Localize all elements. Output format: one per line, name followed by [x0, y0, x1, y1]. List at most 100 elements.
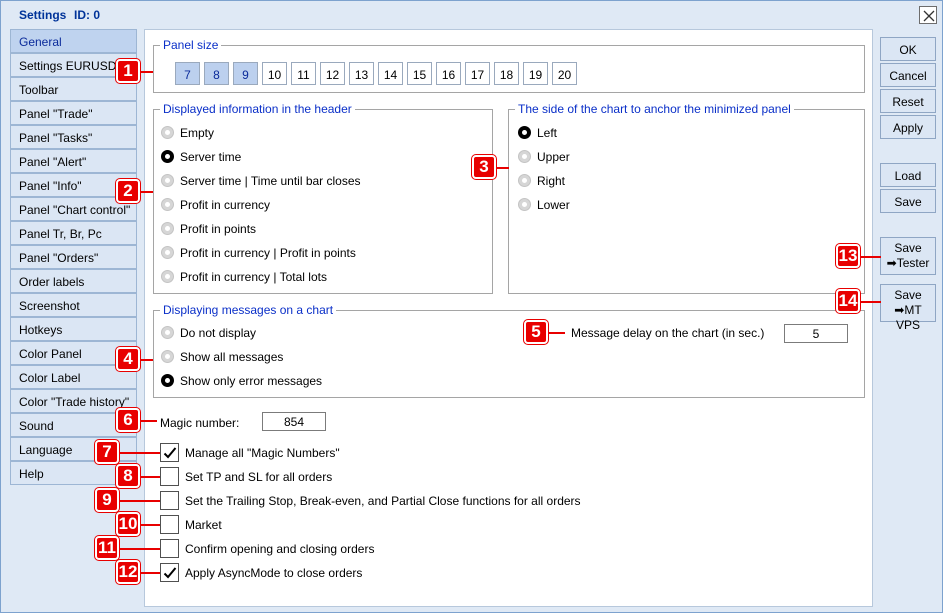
size-option-15[interactable]: 15	[407, 62, 432, 85]
checkbox-label: Confirm opening and closing orders	[185, 542, 375, 556]
radio-label: Do not display	[180, 326, 257, 340]
radio-button	[518, 150, 531, 163]
size-option-10[interactable]: 10	[262, 62, 287, 85]
sidebar-item-general[interactable]: General	[10, 29, 137, 53]
radio-label: Profit in points	[180, 222, 257, 236]
callout-badge-12: 12	[116, 560, 140, 584]
close-button[interactable]	[919, 6, 937, 24]
callout-line-7	[118, 452, 160, 454]
sidebar-item-hotkeys[interactable]: Hotkeys	[10, 317, 137, 341]
magic-number-label: Magic number:	[160, 416, 240, 430]
save-vps-button[interactable]: Save ➡MT VPS	[880, 284, 936, 332]
checkbox-unchecked	[160, 515, 179, 534]
callout-line-5	[547, 332, 565, 334]
size-option-9[interactable]: 9	[233, 62, 258, 85]
callout-line-11	[118, 548, 160, 550]
callout-line-1	[139, 71, 153, 73]
arrow-right-icon: ➡	[886, 256, 897, 270]
checkbox-checked	[160, 563, 179, 582]
radio-button-selected	[161, 374, 174, 387]
save-vps-line1: Save	[894, 288, 922, 302]
radio-label: Profit in currency | Total lots	[180, 270, 327, 284]
radio-label: Empty	[180, 126, 215, 140]
title-bar: Settings ID: 0	[1, 1, 942, 27]
radio-button-selected	[518, 126, 531, 139]
load-button[interactable]: Load	[880, 163, 936, 187]
cancel-button[interactable]: Cancel	[880, 63, 936, 87]
callout-badge-14: 14	[836, 289, 860, 313]
size-option-11[interactable]: 11	[291, 62, 316, 85]
size-option-16[interactable]: 16	[436, 62, 461, 85]
callout-badge-2: 2	[116, 179, 140, 203]
callout-line-8	[139, 476, 160, 478]
callout-line-14	[859, 301, 881, 303]
callout-badge-4: 4	[116, 347, 140, 371]
sidebar-item-panel-trade[interactable]: Panel "Trade"	[10, 101, 137, 125]
radio-button	[161, 270, 174, 283]
save-vps-line2-wrap: ➡MT VPS	[881, 303, 935, 333]
message-delay-input[interactable]	[784, 324, 848, 343]
size-option-12[interactable]: 12	[320, 62, 345, 85]
callout-badge-3: 3	[472, 155, 496, 179]
save-tester-line2: Tester	[896, 256, 930, 270]
save-tester-button[interactable]: Save ➡Tester	[880, 237, 936, 275]
magic-number-input[interactable]	[262, 412, 326, 431]
checkbox-unchecked	[160, 491, 179, 510]
settings-window: Settings ID: 0 General Settings EURUSD T…	[0, 0, 943, 613]
window-id-label: ID: 0	[74, 8, 101, 22]
anchor-side-title: The side of the chart to anchor the mini…	[515, 102, 794, 116]
sidebar-item-panel-tasks[interactable]: Panel "Tasks"	[10, 125, 137, 149]
size-option-14[interactable]: 14	[378, 62, 403, 85]
sidebar-item-panel-orders[interactable]: Panel "Orders"	[10, 245, 137, 269]
callout-badge-11: 11	[95, 536, 119, 560]
reset-button[interactable]: Reset	[880, 89, 936, 113]
save-tester-line2-wrap: ➡Tester	[881, 256, 935, 271]
sidebar-item-panel-alert[interactable]: Panel "Alert"	[10, 149, 137, 173]
checkbox-label: Manage all "Magic Numbers"	[185, 446, 340, 460]
sidebar-item-order-labels[interactable]: Order labels	[10, 269, 137, 293]
size-option-20[interactable]: 20	[552, 62, 577, 85]
general-settings-panel: Panel size 7 8 9 10 11 12 13 14 15 16 17…	[144, 29, 873, 607]
radio-label: Left	[537, 126, 558, 140]
checkbox-checked	[160, 443, 179, 462]
radio-button	[161, 126, 174, 139]
size-option-8[interactable]: 8	[204, 62, 229, 85]
size-option-17[interactable]: 17	[465, 62, 490, 85]
callout-line-4	[139, 359, 153, 361]
sidebar-item-screenshot[interactable]: Screenshot	[10, 293, 137, 317]
radio-button-selected	[161, 150, 174, 163]
apply-button[interactable]: Apply	[880, 115, 936, 139]
checkbox-unchecked	[160, 467, 179, 486]
callout-line-13	[859, 256, 881, 258]
checkmark-icon	[163, 567, 177, 579]
callout-badge-10: 10	[116, 512, 140, 536]
radio-button	[161, 350, 174, 363]
callout-line-10	[139, 524, 160, 526]
radio-label: Lower	[537, 198, 570, 212]
ok-button[interactable]: OK	[880, 37, 936, 61]
radio-label: Profit in currency	[180, 198, 271, 212]
arrow-right-icon: ➡	[894, 303, 905, 317]
header-info-title: Displayed information in the header	[160, 102, 355, 116]
radio-button	[518, 174, 531, 187]
checkbox-label: Set TP and SL for all orders	[185, 470, 333, 484]
size-option-19[interactable]: 19	[523, 62, 548, 85]
messages-title: Displaying messages on a chart	[160, 303, 337, 317]
message-delay-label: Message delay on the chart (in sec.)	[571, 326, 765, 340]
checkbox-label: Market	[185, 518, 222, 532]
radio-label: Show all messages	[180, 350, 284, 364]
callout-badge-6: 6	[116, 408, 140, 432]
checkmark-icon	[163, 447, 177, 459]
save-button[interactable]: Save	[880, 189, 936, 213]
size-option-18[interactable]: 18	[494, 62, 519, 85]
size-option-7[interactable]: 7	[175, 62, 200, 85]
radio-label: Server time	[180, 150, 242, 164]
radio-button	[161, 222, 174, 235]
sidebar-item-panel-tr-br-pc[interactable]: Panel Tr, Br, Pc	[10, 221, 137, 245]
callout-line-12	[139, 572, 160, 574]
radio-label: Server time | Time until bar closes	[180, 174, 361, 188]
size-option-13[interactable]: 13	[349, 62, 374, 85]
callout-badge-13: 13	[836, 244, 860, 268]
radio-button	[161, 246, 174, 259]
radio-label: Show only error messages	[180, 374, 323, 388]
